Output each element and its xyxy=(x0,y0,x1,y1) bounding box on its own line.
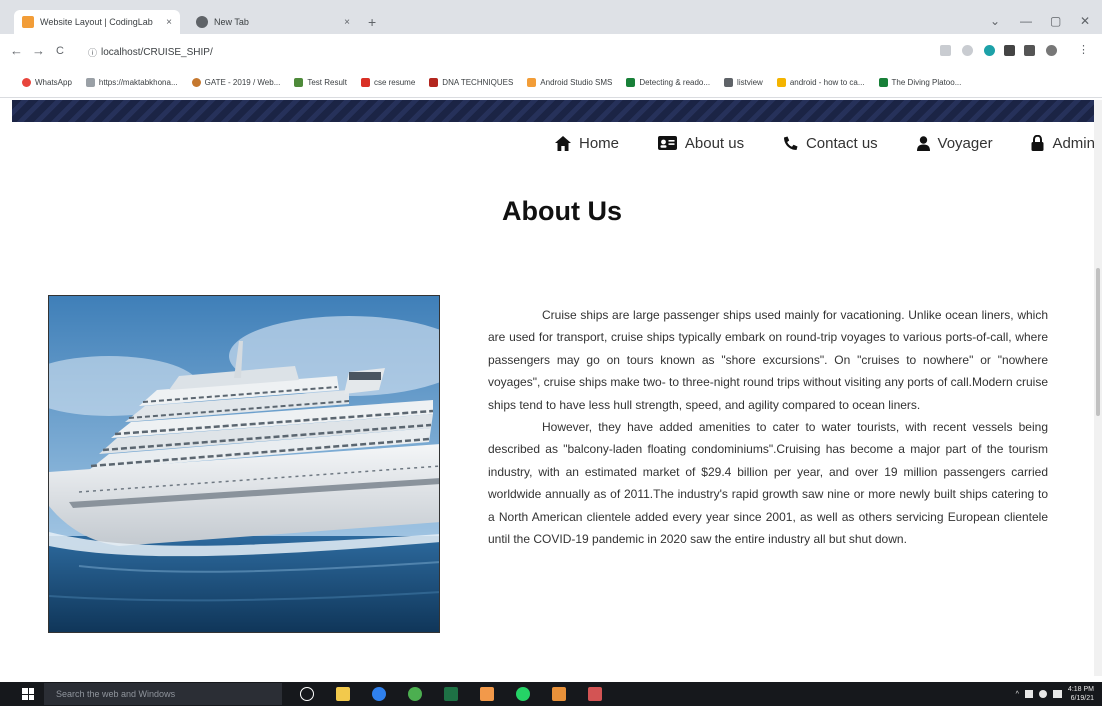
tab-favicon-icon xyxy=(22,16,34,28)
bookmark-item[interactable]: Android Studio SMS xyxy=(527,78,612,87)
puzzle-icon[interactable] xyxy=(1004,45,1015,56)
site-navbar: Home About us Contact us Voyager Admin xyxy=(555,131,1095,155)
new-tab-button[interactable]: + xyxy=(368,14,376,30)
browser-tab[interactable]: New Tab × xyxy=(188,10,358,34)
maximize-button[interactable]: ▢ xyxy=(1050,14,1061,28)
photos-icon[interactable] xyxy=(588,687,602,701)
file-explorer-icon[interactable] xyxy=(336,687,350,701)
nav-contact-us[interactable]: Contact us xyxy=(783,135,878,152)
bookmark-favicon-icon xyxy=(776,78,786,87)
info-icon: ⓘ xyxy=(88,47,98,58)
nav-voyager-label: Voyager xyxy=(937,134,993,152)
notification-icon[interactable] xyxy=(1052,690,1062,698)
lock-icon xyxy=(1031,135,1044,151)
bookmark-favicon-icon xyxy=(191,78,201,87)
bookmark-item[interactable]: The Diving Platoo... xyxy=(878,78,961,87)
sidepanel-icon[interactable] xyxy=(1024,45,1035,56)
network-icon[interactable] xyxy=(1024,690,1033,698)
whatsapp-icon[interactable] xyxy=(516,687,530,701)
tab-title: New Tab xyxy=(214,17,249,27)
minimize-button[interactable]: — xyxy=(1020,14,1032,28)
tab-favicon-icon xyxy=(196,16,208,28)
browser-toolbar: ← → C ⓘ localhost/CRUISE_SHIP/ ⋮ xyxy=(0,34,1102,68)
bookmark-favicon-icon xyxy=(429,78,439,87)
back-button[interactable]: ← xyxy=(10,43,23,58)
menu-icon[interactable]: ⋮ xyxy=(1078,43,1089,56)
paint-icon[interactable] xyxy=(480,687,494,701)
bookmark-item[interactable]: cse resume xyxy=(360,78,415,87)
excel-icon[interactable] xyxy=(444,687,458,701)
nav-about-us-label: About us xyxy=(684,134,745,152)
tab-close-icon[interactable]: × xyxy=(166,17,172,28)
nav-contact-us-label: Contact us xyxy=(805,134,878,152)
id-card-icon xyxy=(657,136,677,150)
clock-time: 4:18 PM xyxy=(1067,686,1094,693)
bookmark-favicon-icon xyxy=(626,78,636,87)
task-view-icon[interactable] xyxy=(300,687,314,701)
bookmark-item[interactable]: WhatsApp xyxy=(22,78,72,87)
scrollbar-thumb[interactable] xyxy=(1096,268,1100,416)
system-tray: ^ 4:18 PM 6/19/21 xyxy=(1016,685,1094,703)
taskbar-search-input[interactable]: Search the web and Windows xyxy=(44,683,282,705)
nav-about-us[interactable]: About us xyxy=(657,134,745,152)
bookmark-item[interactable]: listview xyxy=(724,78,763,87)
forward-button[interactable]: → xyxy=(32,43,45,58)
nav-home[interactable]: Home xyxy=(555,135,619,152)
cruise-ship-picture xyxy=(49,296,439,632)
about-paragraph: Cruise ships are large passenger ships u… xyxy=(488,308,1048,412)
clock-date: 6/19/21 xyxy=(1070,695,1094,702)
taskbar-clock[interactable]: 4:18 PM 6/19/21 xyxy=(1068,685,1094,703)
edge-icon[interactable] xyxy=(372,687,386,701)
bookmark-favicon-icon xyxy=(878,78,888,87)
header-banner xyxy=(12,100,1097,122)
bookmark-item[interactable]: GATE - 2019 / Web... xyxy=(191,78,280,87)
profile-icon[interactable] xyxy=(1046,45,1057,56)
bookmark-item[interactable]: DNA TECHNIQUES xyxy=(429,78,513,87)
user-icon xyxy=(916,135,930,151)
bookmarks-bar: WhatsApp https://maktabkhona... GATE - 2… xyxy=(0,68,1102,98)
bookmark-favicon-icon xyxy=(294,78,304,87)
close-window-button[interactable]: ✕ xyxy=(1080,14,1090,28)
window-chevron-icon[interactable]: ⌄ xyxy=(990,14,1000,28)
about-paragraph: However, they have added amenities to ca… xyxy=(488,420,1048,547)
bookmark-item[interactable]: Test Result xyxy=(294,78,347,87)
store-icon[interactable] xyxy=(552,687,566,701)
browser-tab-active[interactable]: Website Layout | CodingLab × xyxy=(14,10,180,34)
bookmark-favicon-icon xyxy=(724,78,734,87)
share-icon[interactable] xyxy=(940,45,951,56)
reload-button[interactable]: C xyxy=(56,45,64,57)
chrome-icon[interactable] xyxy=(408,687,422,701)
extension-icon[interactable] xyxy=(984,45,995,56)
bookmark-favicon-icon xyxy=(85,78,95,87)
nav-home-label: Home xyxy=(579,134,620,152)
nav-voyager[interactable]: Voyager xyxy=(916,134,993,152)
bookmark-favicon-icon xyxy=(527,78,537,87)
bookmark-favicon-icon xyxy=(360,78,370,87)
address-bar[interactable]: ⓘ localhost/CRUISE_SHIP/ xyxy=(88,42,928,62)
phone-icon xyxy=(783,136,798,150)
home-icon xyxy=(555,135,571,151)
star-icon[interactable] xyxy=(962,45,973,56)
windows-taskbar: Search the web and Windows ^ 4:18 PM 6/1… xyxy=(0,682,1102,706)
about-content: Cruise ships are large passenger ships u… xyxy=(488,304,1048,550)
windows-start-icon[interactable] xyxy=(22,688,34,700)
volume-icon[interactable] xyxy=(1038,690,1047,698)
nav-admin-label: Admin xyxy=(1052,134,1095,152)
bookmark-favicon-icon xyxy=(22,78,31,87)
tray-chevron-icon[interactable]: ^ xyxy=(1016,691,1019,698)
bookmark-item[interactable]: android - how to ca... xyxy=(776,78,865,87)
bookmark-item[interactable]: https://maktabkhona... xyxy=(85,78,178,87)
address-text: localhost/CRUISE_SHIP/ xyxy=(101,46,213,58)
tab-title: Website Layout | CodingLab xyxy=(40,17,153,27)
bookmark-item[interactable]: Detecting & reado... xyxy=(626,78,710,87)
nav-admin[interactable]: Admin xyxy=(1031,135,1095,152)
cruise-ship-image xyxy=(48,295,440,633)
tab-close-icon[interactable]: × xyxy=(344,17,350,28)
page-title: About Us xyxy=(502,196,622,226)
